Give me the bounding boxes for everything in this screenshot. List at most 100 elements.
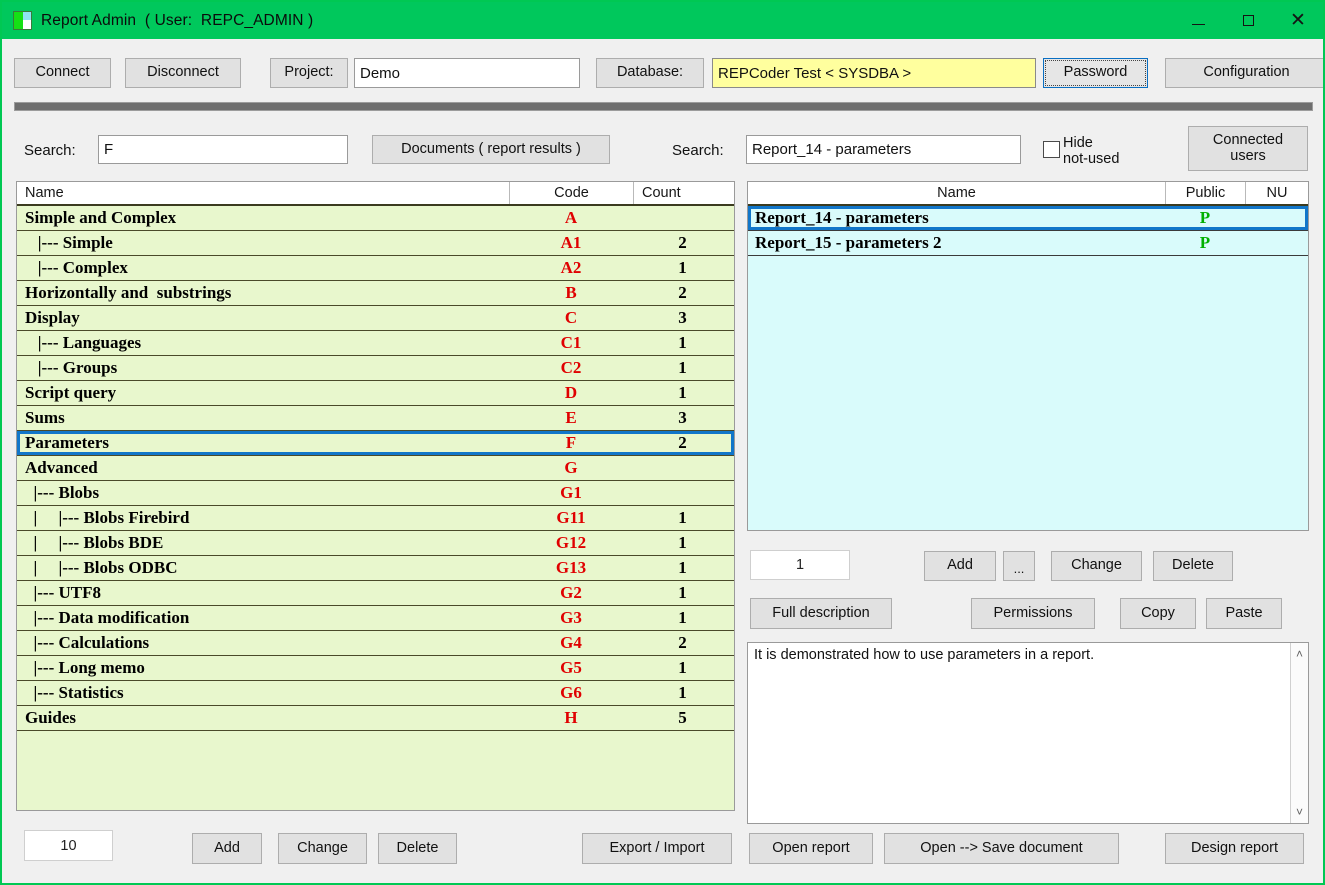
category-name-cell: | |--- Blobs Firebird bbox=[25, 508, 190, 527]
report-more-button[interactable]: ... bbox=[1003, 551, 1035, 581]
password-button[interactable]: Password bbox=[1043, 58, 1148, 88]
copy-button[interactable]: Copy bbox=[1120, 598, 1196, 629]
project-button[interactable]: Project: bbox=[270, 58, 348, 88]
table-row[interactable]: | |--- Blobs BDE G12 1 bbox=[17, 531, 734, 556]
report-nu-cell bbox=[1245, 231, 1308, 255]
table-row[interactable]: Guides H 5 bbox=[17, 706, 734, 731]
report-public-cell: P bbox=[1199, 233, 1211, 252]
category-count-cell bbox=[633, 456, 732, 480]
column-header-code[interactable]: ˇ Code bbox=[509, 182, 633, 204]
category-change-button[interactable]: Change bbox=[278, 833, 367, 864]
description-scrollbar[interactable]: ˄ ˅ bbox=[1290, 643, 1308, 823]
table-row[interactable]: Script query D 1 bbox=[17, 381, 734, 406]
column-header-name[interactable]: Name bbox=[17, 182, 509, 204]
reports-list[interactable]: ˇ Name Public NU Report_14 - parameters P… bbox=[747, 181, 1309, 531]
app-grid-icon bbox=[13, 11, 32, 30]
report-delete-button[interactable]: Delete bbox=[1153, 551, 1233, 581]
full-description-button[interactable]: Full description bbox=[750, 598, 892, 629]
table-row[interactable]: Advanced G bbox=[17, 456, 734, 481]
open-report-button[interactable]: Open report bbox=[749, 833, 873, 864]
category-name-cell: Script query bbox=[25, 383, 117, 402]
permissions-button[interactable]: Permissions bbox=[971, 598, 1095, 629]
category-code-cell: G bbox=[564, 458, 578, 477]
close-button[interactable]: ✕ bbox=[1273, 2, 1323, 39]
table-row[interactable]: Parameters F 2 bbox=[17, 431, 734, 456]
category-code-cell: G2 bbox=[560, 583, 582, 602]
table-row[interactable]: |--- Long memo G5 1 bbox=[17, 656, 734, 681]
category-code-cell: G13 bbox=[555, 558, 587, 577]
category-code-cell: C bbox=[564, 308, 578, 327]
table-row[interactable]: |--- UTF8 G2 1 bbox=[17, 581, 734, 606]
table-row[interactable]: |--- Complex A2 1 bbox=[17, 256, 734, 281]
category-code-cell: A2 bbox=[560, 258, 582, 277]
table-row[interactable]: |--- Calculations G4 2 bbox=[17, 631, 734, 656]
table-row[interactable]: Report_15 - parameters 2 P bbox=[748, 231, 1308, 256]
table-row[interactable]: |--- Simple A1 2 bbox=[17, 231, 734, 256]
table-row[interactable]: Sums E 3 bbox=[17, 406, 734, 431]
category-name-cell: |--- Languages bbox=[25, 333, 142, 352]
description-memo[interactable]: It is demonstrated how to use parameters… bbox=[747, 642, 1309, 824]
category-name-cell: |--- Data modification bbox=[25, 608, 190, 627]
column-header-public[interactable]: Public bbox=[1165, 182, 1245, 204]
category-count-cell: 1 bbox=[678, 658, 687, 677]
table-row[interactable]: |--- Blobs G1 bbox=[17, 481, 734, 506]
connected-users-button[interactable]: Connected users bbox=[1188, 126, 1308, 171]
table-row[interactable]: Simple and Complex A bbox=[17, 206, 734, 231]
table-row[interactable]: | |--- Blobs ODBC G13 1 bbox=[17, 556, 734, 581]
window-title: Report Admin ( User: REPC_ADMIN ) bbox=[41, 11, 314, 29]
window-controls: ✕ bbox=[1173, 2, 1323, 39]
category-name-cell: |--- Groups bbox=[25, 358, 118, 377]
documents-button[interactable]: Documents ( report results ) bbox=[372, 135, 610, 164]
category-count-cell: 1 bbox=[678, 383, 687, 402]
category-name-cell: |--- Complex bbox=[25, 258, 128, 277]
disconnect-button[interactable]: Disconnect bbox=[125, 58, 241, 88]
left-search-input[interactable]: F bbox=[98, 135, 348, 164]
export-import-button[interactable]: Export / Import bbox=[582, 833, 732, 864]
connect-button[interactable]: Connect bbox=[14, 58, 111, 88]
category-code-cell: E bbox=[565, 408, 577, 427]
scroll-up-icon[interactable]: ˄ bbox=[1291, 645, 1308, 663]
design-report-button[interactable]: Design report bbox=[1165, 833, 1304, 864]
category-count-cell: 1 bbox=[678, 533, 687, 552]
paste-button[interactable]: Paste bbox=[1206, 598, 1282, 629]
right-search-input[interactable]: Report_14 - parameters bbox=[746, 135, 1021, 164]
database-button[interactable]: Database: bbox=[596, 58, 704, 88]
category-count-cell: 1 bbox=[678, 333, 687, 352]
hide-notused-checkbox[interactable] bbox=[1043, 141, 1060, 158]
report-change-button[interactable]: Change bbox=[1051, 551, 1142, 581]
column-header-nu[interactable]: NU bbox=[1245, 182, 1308, 204]
table-row[interactable]: Horizontally and substrings B 2 bbox=[17, 281, 734, 306]
report-add-button[interactable]: Add bbox=[924, 551, 996, 581]
category-count-cell: 1 bbox=[678, 558, 687, 577]
category-delete-button[interactable]: Delete bbox=[378, 833, 457, 864]
category-name-cell: |--- UTF8 bbox=[25, 583, 101, 602]
category-code-cell: G4 bbox=[560, 633, 582, 652]
project-input[interactable]: Demo bbox=[354, 58, 580, 88]
category-code-cell: A1 bbox=[560, 233, 582, 252]
hide-notused-label: Hide not-used bbox=[1063, 135, 1120, 168]
scroll-down-icon[interactable]: ˅ bbox=[1291, 803, 1308, 821]
table-row[interactable]: | |--- Blobs Firebird G11 1 bbox=[17, 506, 734, 531]
category-code-cell: G12 bbox=[555, 533, 587, 552]
category-name-cell: Horizontally and substrings bbox=[25, 283, 232, 302]
table-row[interactable]: |--- Groups C2 1 bbox=[17, 356, 734, 381]
categories-list[interactable]: Name ˇ Code Count Simple and Complex A |-… bbox=[16, 181, 735, 811]
maximize-button[interactable] bbox=[1223, 2, 1273, 39]
configuration-button[interactable]: Configuration bbox=[1165, 58, 1323, 88]
category-add-button[interactable]: Add bbox=[192, 833, 262, 864]
table-row[interactable]: Report_14 - parameters P bbox=[748, 206, 1308, 231]
report-name-cell: Report_14 - parameters bbox=[755, 208, 929, 227]
minimize-button[interactable] bbox=[1173, 2, 1223, 39]
column-header-count[interactable]: Count bbox=[633, 182, 734, 204]
category-code-cell: F bbox=[565, 433, 577, 452]
table-row[interactable]: |--- Statistics G6 1 bbox=[17, 681, 734, 706]
table-row[interactable]: Display C 3 bbox=[17, 306, 734, 331]
column-header-report-name[interactable]: ˇ Name bbox=[748, 182, 1165, 204]
category-count-cell bbox=[633, 206, 732, 230]
open-save-document-button[interactable]: Open --> Save document bbox=[884, 833, 1119, 864]
database-input[interactable]: REPCoder Test < SYSDBA > bbox=[712, 58, 1036, 88]
category-name-cell: | |--- Blobs BDE bbox=[25, 533, 164, 552]
sort-chevron-icon: ˇ bbox=[954, 181, 959, 190]
table-row[interactable]: |--- Data modification G3 1 bbox=[17, 606, 734, 631]
table-row[interactable]: |--- Languages C1 1 bbox=[17, 331, 734, 356]
